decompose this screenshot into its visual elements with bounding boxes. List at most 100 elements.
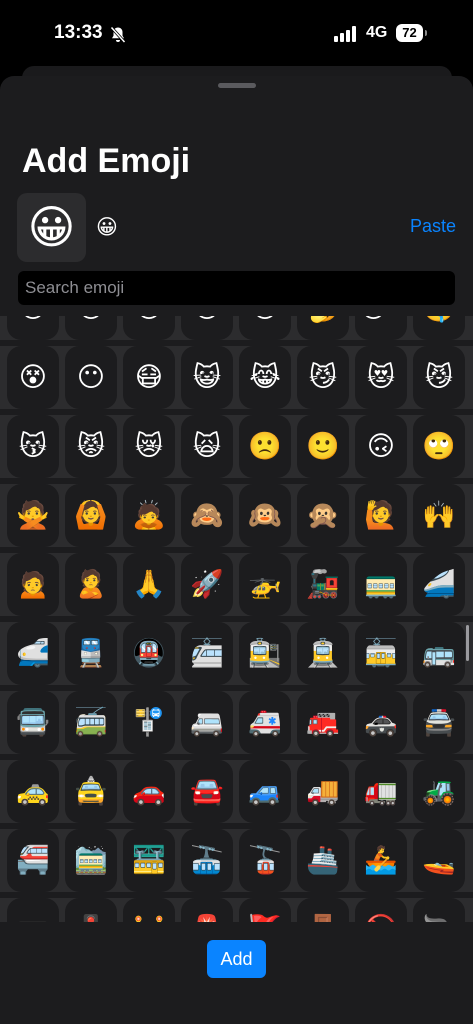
emoji-cell[interactable]: 🚒 <box>297 691 349 754</box>
emoji-cell[interactable]: 🚍 <box>7 691 59 754</box>
emoji-cell[interactable]: 🚁 <box>239 553 291 616</box>
paste-button[interactable]: Paste <box>410 216 456 237</box>
emoji-cell[interactable]: 🙂 <box>297 415 349 478</box>
emoji-cell[interactable]: 🚄 <box>413 553 465 616</box>
emoji-cell[interactable]: 🚧 <box>123 898 175 922</box>
emoji-cell[interactable]: 🚂 <box>297 553 349 616</box>
emoji-cell[interactable]: 🚖 <box>65 760 117 823</box>
emoji-cell[interactable]: 😮 <box>181 316 233 340</box>
add-emoji-sheet: Add Emoji 😀 😀 Paste 😯😦😧😮😲🥱😴🤤😵😶😷😺😹😼😻😼😽😾😿🙀… <box>0 76 473 1024</box>
scroll-indicator[interactable] <box>466 625 469 661</box>
emoji-row: 🚥🚦🚧🚨🚩🚪🚫🚬 <box>0 895 473 922</box>
bell-slash-icon <box>110 26 126 44</box>
emoji-cell[interactable]: 🚆 <box>65 622 117 685</box>
emoji-cell[interactable]: 🙎 <box>65 553 117 616</box>
emoji-cell[interactable]: 🚋 <box>355 622 407 685</box>
add-button[interactable]: Add <box>207 940 266 978</box>
emoji-cell[interactable]: 😷 <box>123 346 175 409</box>
emoji-cell[interactable]: 😾 <box>65 415 117 478</box>
emoji-cell[interactable]: 😻 <box>355 346 407 409</box>
emoji-cell[interactable]: 🚞 <box>65 829 117 892</box>
emoji-cell[interactable]: 😧 <box>123 316 175 340</box>
emoji-cell[interactable]: 🚥 <box>7 898 59 922</box>
emoji-cell[interactable]: 🙅 <box>7 484 59 547</box>
emoji-cell[interactable]: 🚉 <box>239 622 291 685</box>
emoji-cell[interactable]: 🙏 <box>123 553 175 616</box>
emoji-cell[interactable]: 🥱 <box>297 316 349 340</box>
emoji-cell[interactable]: 😵 <box>7 346 59 409</box>
emoji-cell[interactable]: 🚟 <box>123 829 175 892</box>
emoji-cell[interactable]: 🚇 <box>123 622 175 685</box>
emoji-cell[interactable]: 🚃 <box>355 553 407 616</box>
emoji-cell[interactable]: 🙄 <box>413 415 465 478</box>
emoji-cell[interactable]: 🚊 <box>297 622 349 685</box>
emoji-cell[interactable]: 🚘 <box>181 760 233 823</box>
sheet-title: Add Emoji <box>22 142 191 180</box>
bottom-bar: Add <box>0 922 473 1024</box>
emoji-cell[interactable]: 🚌 <box>413 622 465 685</box>
sheet-grabber[interactable] <box>218 83 256 88</box>
emoji-row: 🚅 🚆 🚇 🚈 🚉 🚊 🚋 🚌 <box>0 619 473 688</box>
screen: 13:33 4G 72 Add Emoji 😀 😀 Paste 😯 <box>0 0 473 1024</box>
emoji-cell[interactable]: 🚓 <box>355 691 407 754</box>
emoji-cell[interactable]: 😼 <box>413 346 465 409</box>
emoji-cell[interactable]: 🙊 <box>297 484 349 547</box>
emoji-row: 🚝 🚞 🚟 🚠 🚡 🚢 🚣 🚤 <box>0 826 473 895</box>
emoji-cell[interactable]: 🚎 <box>65 691 117 754</box>
emoji-cell[interactable]: 🚢 <box>297 829 349 892</box>
emoji-cell[interactable]: 🙀 <box>181 415 233 478</box>
emoji-cell[interactable]: 😯 <box>7 316 59 340</box>
emoji-cell[interactable]: 🚬 <box>413 898 465 922</box>
emoji-cell[interactable]: 🙃 <box>355 415 407 478</box>
emoji-cell[interactable]: 🚫 <box>355 898 407 922</box>
emoji-cell[interactable]: 😲 <box>239 316 291 340</box>
emoji-cell[interactable]: 😹 <box>239 346 291 409</box>
emoji-cell[interactable]: 🙋 <box>355 484 407 547</box>
emoji-cell[interactable]: 😼 <box>297 346 349 409</box>
emoji-row: 🙅 🙆 🙇 🙈 🙉 🙊 🙋 🙌 <box>0 481 473 550</box>
selected-emoji: 😀 <box>27 200 76 254</box>
emoji-cell[interactable]: 🚈 <box>181 622 233 685</box>
emoji-cell[interactable]: 🚕 <box>7 760 59 823</box>
status-time: 13:33 <box>54 22 103 43</box>
emoji-cell[interactable]: 😺 <box>181 346 233 409</box>
emoji-cell[interactable]: 🚗 <box>123 760 175 823</box>
emoji-cell[interactable]: 🚩 <box>239 898 291 922</box>
emoji-cell[interactable]: 🚡 <box>239 829 291 892</box>
emoji-cell[interactable]: 🚙 <box>239 760 291 823</box>
search-emoji-input[interactable] <box>18 271 455 305</box>
emoji-cell[interactable]: 🚜 <box>413 760 465 823</box>
emoji-cell[interactable]: 🚠 <box>181 829 233 892</box>
emoji-cell[interactable]: 😿 <box>123 415 175 478</box>
emoji-cell[interactable]: 🙍 <box>7 553 59 616</box>
emoji-cell[interactable]: 🚀 <box>181 553 233 616</box>
emoji-cell[interactable]: 🚏 <box>123 691 175 754</box>
emoji-cell[interactable]: 🚑 <box>239 691 291 754</box>
emoji-cell[interactable]: 🚛 <box>355 760 407 823</box>
emoji-cell[interactable]: 🙇 <box>123 484 175 547</box>
emoji-cell[interactable]: 🤤 <box>413 316 465 340</box>
emoji-cell[interactable]: 😴 <box>355 316 407 340</box>
emoji-cell[interactable]: 😦 <box>65 316 117 340</box>
cellular-signal-icon <box>334 26 356 42</box>
emoji-cell[interactable]: 🙉 <box>239 484 291 547</box>
emoji-cell[interactable]: 🚪 <box>297 898 349 922</box>
emoji-cell[interactable]: 🚅 <box>7 622 59 685</box>
emoji-cell[interactable]: 🚐 <box>181 691 233 754</box>
emoji-cell[interactable]: 🙈 <box>181 484 233 547</box>
emoji-cell[interactable]: 😶 <box>65 346 117 409</box>
emoji-cell[interactable]: 🙆 <box>65 484 117 547</box>
emoji-cell[interactable]: 😽 <box>7 415 59 478</box>
emoji-cell[interactable]: 🚦 <box>65 898 117 922</box>
emoji-cell[interactable]: 🚣 <box>355 829 407 892</box>
emoji-cell[interactable]: 🚤 <box>413 829 465 892</box>
emoji-cell[interactable]: 🙌 <box>413 484 465 547</box>
emoji-row: 🙍 🙎 🙏 🚀 🚁 🚂 🚃 🚄 <box>0 550 473 619</box>
emoji-cell[interactable]: 🙁 <box>239 415 291 478</box>
emoji-cell[interactable]: 🚝 <box>7 829 59 892</box>
emoji-row: 😵 😶 😷 😺 😹 😼 😻 😼 <box>0 343 473 412</box>
emoji-cell[interactable]: 🚨 <box>181 898 233 922</box>
emoji-cell[interactable]: 🚚 <box>297 760 349 823</box>
emoji-cell[interactable]: 🚔 <box>413 691 465 754</box>
emoji-grid-viewport[interactable]: 😯😦😧😮😲🥱😴🤤😵😶😷😺😹😼😻😼😽😾😿🙀🙁🙂🙃🙄🙅🙆🙇🙈🙉🙊🙋🙌🙍🙎🙏🚀🚁🚂🚃🚄… <box>0 316 473 922</box>
